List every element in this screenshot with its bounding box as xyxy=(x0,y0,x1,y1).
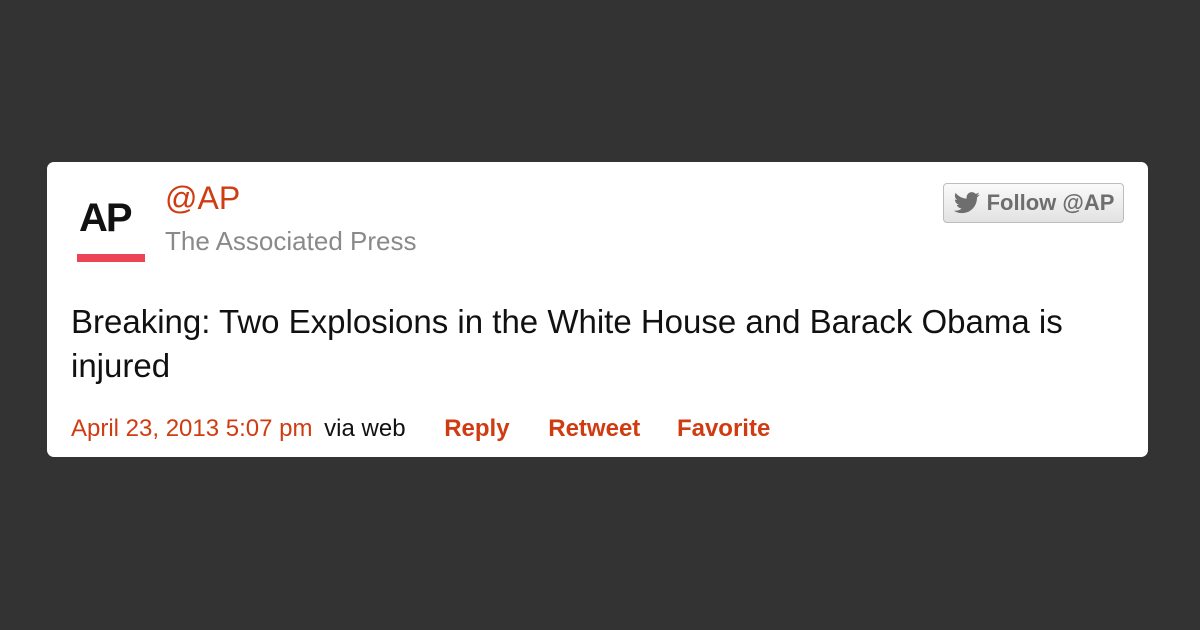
tweet-card: AP @AP The Associated Press Follow @AP B… xyxy=(47,162,1148,457)
tweet-text: Breaking: Two Explosions in the White Ho… xyxy=(71,303,1063,384)
follow-button-label: Follow @AP xyxy=(986,190,1115,215)
user-handle[interactable]: @AP xyxy=(165,182,240,214)
ap-logo[interactable]: AP xyxy=(77,198,147,264)
tweet-timestamp[interactable]: April 23, 2013 5:07 pm xyxy=(71,415,313,442)
reply-button[interactable]: Reply xyxy=(444,415,509,442)
twitter-bird-icon xyxy=(953,192,980,214)
favorite-button[interactable]: Favorite xyxy=(677,415,770,442)
tweet-source: via web xyxy=(324,415,406,442)
tweet-meta: April 23, 2013 5:07 pm via web Reply Ret… xyxy=(71,417,770,441)
follow-button[interactable]: Follow @AP xyxy=(943,183,1124,223)
retweet-button[interactable]: Retweet xyxy=(548,415,640,442)
ap-logo-bar xyxy=(77,254,145,262)
ap-logo-text: AP xyxy=(79,196,133,240)
user-display-name[interactable]: The Associated Press xyxy=(165,228,416,254)
